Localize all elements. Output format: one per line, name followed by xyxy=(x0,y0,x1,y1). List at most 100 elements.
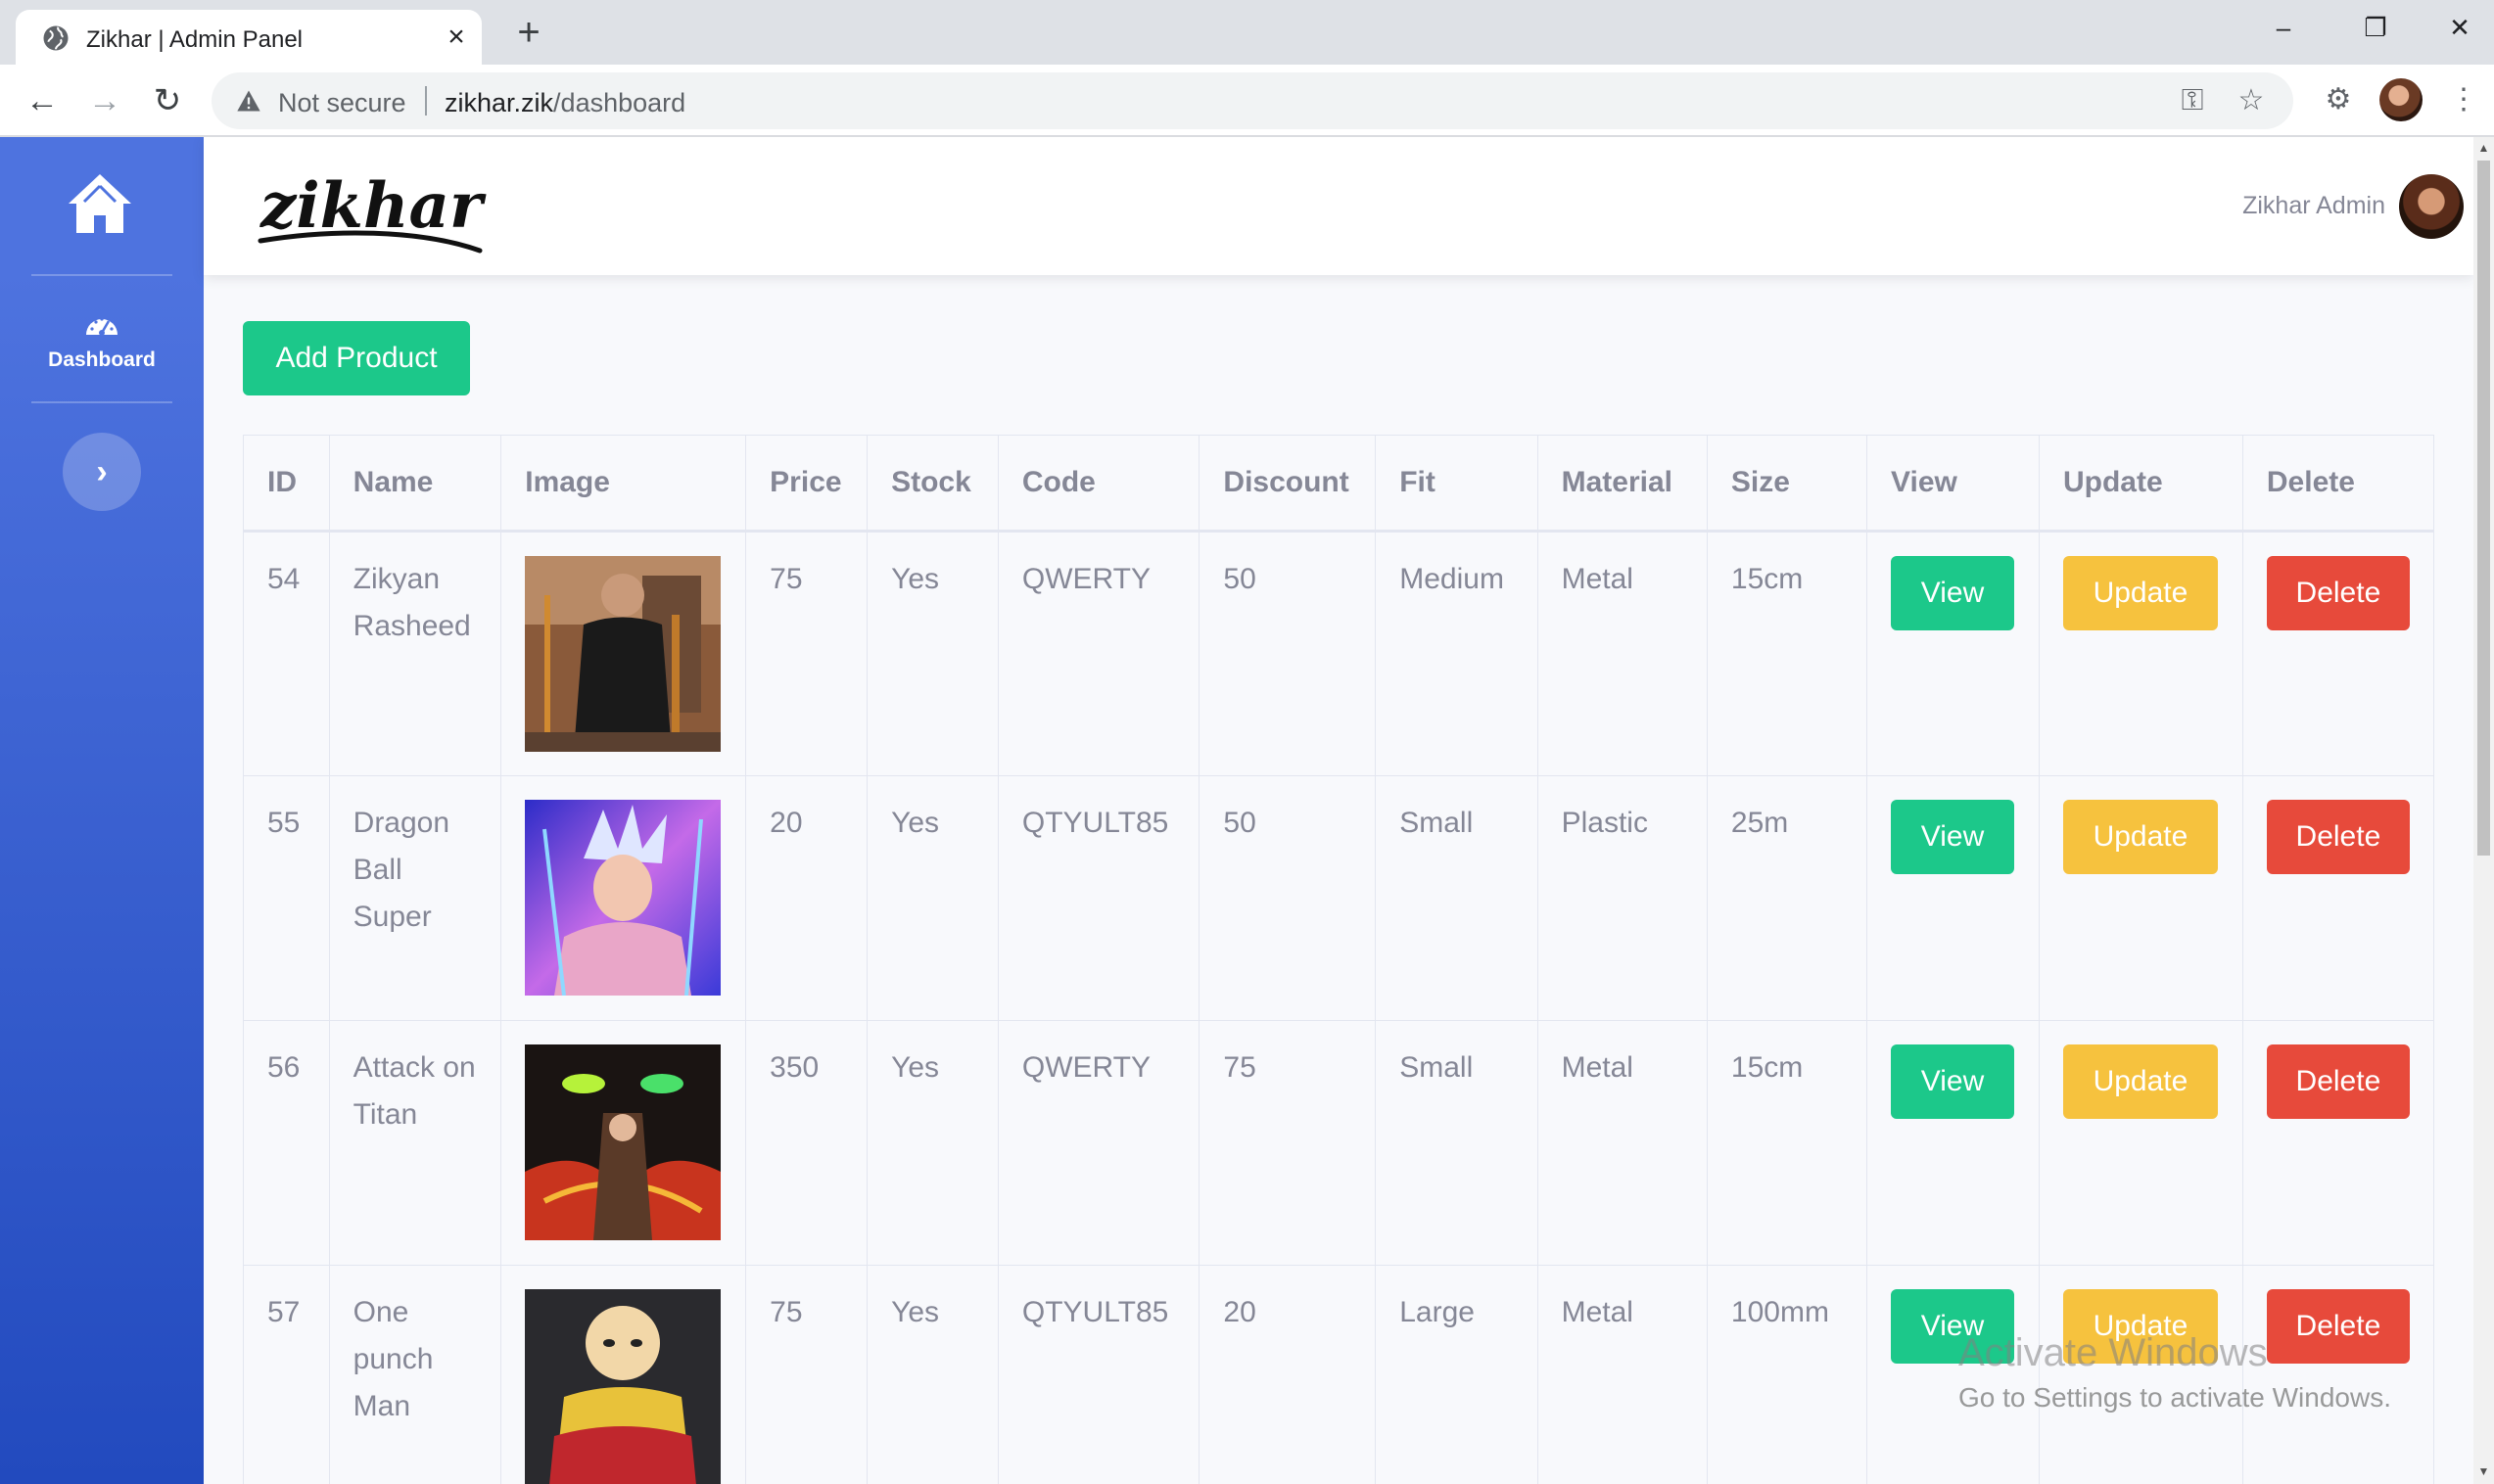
table-header-row: ID Name Image Price Stock Code Discount … xyxy=(243,435,2435,533)
user-avatar[interactable] xyxy=(2399,174,2464,239)
profile-avatar[interactable] xyxy=(2379,78,2423,121)
cell-delete: Delete xyxy=(2241,1020,2435,1266)
cell-view: View xyxy=(1866,775,2040,1021)
browser-tabstrip: Zikhar | Admin Panel × + – ❐ ✕ xyxy=(0,0,2494,65)
column-header[interactable]: ID xyxy=(243,435,330,533)
column-header[interactable]: Price xyxy=(745,435,869,533)
sidebar-divider xyxy=(31,401,172,403)
view-button[interactable]: View xyxy=(1891,556,2015,630)
column-header[interactable]: Material xyxy=(1536,435,1708,533)
cell-size: 100mm xyxy=(1706,1265,1868,1484)
delete-button[interactable]: Delete xyxy=(2266,1044,2410,1119)
sidebar-toggle-button[interactable]: › xyxy=(63,433,141,511)
key-icon[interactable]: ⚿ xyxy=(2176,84,2209,117)
sidebar: Dashboard › xyxy=(0,137,204,1484)
cell-code: QWERTY xyxy=(997,1020,1200,1266)
cell-id: 55 xyxy=(243,775,330,1021)
update-button[interactable]: Update xyxy=(2062,800,2218,874)
cell-name: Zikyan Rasheed xyxy=(328,531,502,776)
sidebar-item-label: Dashboard xyxy=(48,348,156,371)
column-header[interactable]: Image xyxy=(500,435,747,533)
chevron-right-icon: › xyxy=(96,453,108,490)
cell-update: Update xyxy=(2038,1020,2243,1266)
window-close-button[interactable]: ✕ xyxy=(2432,8,2487,47)
star-icon[interactable]: ☆ xyxy=(2235,84,2268,117)
tab-close-icon[interactable]: × xyxy=(439,20,474,55)
delete-button[interactable]: Delete xyxy=(2266,1289,2410,1364)
cell-id: 54 xyxy=(243,531,330,776)
cell-material: Metal xyxy=(1536,531,1708,776)
back-arrow-icon[interactable]: ← xyxy=(20,78,65,123)
column-header[interactable]: Delete xyxy=(2241,435,2435,533)
view-button[interactable]: View xyxy=(1891,800,2015,874)
cell-size: 15cm xyxy=(1706,531,1868,776)
column-header[interactable]: Size xyxy=(1706,435,1868,533)
warning-triangle-icon xyxy=(237,90,260,112)
cell-stock: Yes xyxy=(867,531,999,776)
window-minimize-button[interactable]: – xyxy=(2256,8,2311,47)
url-text[interactable]: zikhar.zik/dashboard xyxy=(445,88,685,118)
cell-fit: Large xyxy=(1375,1265,1538,1484)
cell-id: 57 xyxy=(243,1265,330,1484)
delete-button[interactable]: Delete xyxy=(2266,800,2410,874)
browser-tab[interactable]: Zikhar | Admin Panel × xyxy=(16,10,482,65)
column-header[interactable]: Fit xyxy=(1375,435,1538,533)
page-scrollbar[interactable]: ▲ ▼ xyxy=(2473,137,2494,1484)
puzzle-icon[interactable]: ⚙ xyxy=(2319,80,2358,119)
add-product-button[interactable]: Add Product xyxy=(243,321,470,395)
table-row: 55 Dragon Ball Super 20 Yes QTYULT85 50 … xyxy=(243,775,2435,1021)
cell-update: Update xyxy=(2038,531,2243,776)
column-header[interactable]: Update xyxy=(2038,435,2243,533)
cell-id: 56 xyxy=(243,1020,330,1266)
kebab-menu-icon[interactable]: ⋮ xyxy=(2444,80,2483,119)
forward-arrow-icon[interactable]: → xyxy=(82,78,127,123)
product-thumbnail[interactable] xyxy=(525,556,722,752)
cell-image xyxy=(500,531,747,776)
browser-toolbar: ← → ↻ Not secure zikhar.zik/dashboard ⚿ … xyxy=(0,65,2494,137)
cell-name: Attack on Titan xyxy=(328,1020,502,1266)
view-button[interactable]: View xyxy=(1891,1044,2015,1119)
cell-image xyxy=(500,775,747,1021)
product-thumbnail[interactable] xyxy=(525,1289,722,1484)
cell-size: 25m xyxy=(1706,775,1868,1021)
table-row: 54 Zikyan Rasheed 75 Yes QWERTY 50 Mediu… xyxy=(243,531,2435,776)
product-thumbnail[interactable] xyxy=(525,800,722,996)
scroll-down-arrow-icon[interactable]: ▼ xyxy=(2477,1464,2490,1478)
cell-delete: Delete xyxy=(2241,531,2435,776)
new-tab-button[interactable]: + xyxy=(507,12,550,55)
column-header[interactable]: Stock xyxy=(867,435,999,533)
column-header[interactable]: Name xyxy=(328,435,502,533)
cell-update: Update xyxy=(2038,775,2243,1021)
column-header[interactable]: Discount xyxy=(1199,435,1377,533)
update-button[interactable]: Update xyxy=(2062,1044,2218,1119)
table-row: 56 Attack on Titan 350 Yes QWERTY 75 Sma… xyxy=(243,1020,2435,1266)
address-bar[interactable]: Not secure zikhar.zik/dashboard ⚿ ☆ xyxy=(212,72,2293,129)
url-host: zikhar.zik xyxy=(445,88,554,117)
security-label[interactable]: Not secure xyxy=(278,88,406,118)
cell-material: Metal xyxy=(1536,1265,1708,1484)
home-icon[interactable] xyxy=(65,170,135,239)
delete-button[interactable]: Delete xyxy=(2266,556,2410,630)
brand-logo[interactable]: zikhar xyxy=(253,157,488,264)
cell-price: 75 xyxy=(745,1265,869,1484)
cell-size: 15cm xyxy=(1706,1020,1868,1266)
cell-view: View xyxy=(1866,531,2040,776)
scroll-up-arrow-icon[interactable]: ▲ xyxy=(2477,141,2490,155)
sidebar-item-dashboard[interactable]: Dashboard xyxy=(0,309,204,397)
cell-code: QTYULT85 xyxy=(997,775,1200,1021)
user-name[interactable]: Zikhar Admin xyxy=(2242,192,2385,220)
scrollbar-thumb[interactable] xyxy=(2477,161,2490,856)
column-header[interactable]: Code xyxy=(997,435,1200,533)
update-button[interactable]: Update xyxy=(2062,556,2218,630)
cell-stock: Yes xyxy=(867,1020,999,1266)
cell-material: Plastic xyxy=(1536,775,1708,1021)
cell-discount: 50 xyxy=(1199,775,1377,1021)
cell-price: 20 xyxy=(745,775,869,1021)
globe-icon xyxy=(43,25,69,51)
window-restore-button[interactable]: ❐ xyxy=(2348,8,2403,47)
column-header[interactable]: View xyxy=(1866,435,2040,533)
product-thumbnail[interactable] xyxy=(525,1044,722,1240)
reload-icon[interactable]: ↻ xyxy=(145,78,190,123)
activate-windows-title: Activate Windows xyxy=(1958,1331,2268,1374)
topbar: zikhar Zikhar Admin xyxy=(204,137,2473,275)
